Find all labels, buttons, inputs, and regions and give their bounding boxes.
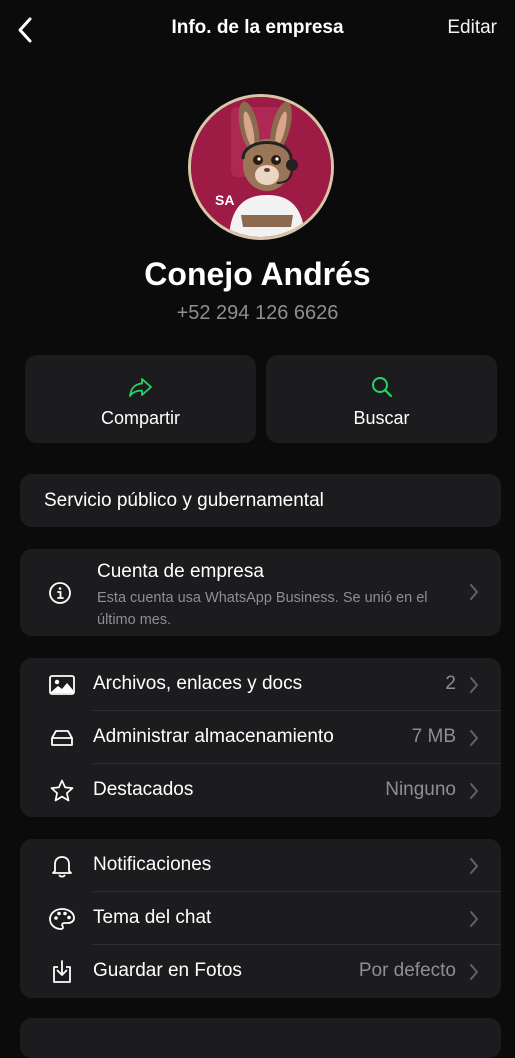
share-label: Compartir [100,408,180,428]
business-category-card: Servicio público y gubernamental [20,474,501,527]
chevron-right-icon [470,677,478,693]
notifications-label: Notificaciones [93,854,212,875]
save-photos-label: Guardar en Fotos [93,960,242,981]
settings-row-notifications[interactable]: Notificaciones [20,839,501,892]
edit-button[interactable]: Editar [447,17,497,39]
nav-bar: Info. de la empresa Editar [0,0,515,60]
image-icon [49,675,75,695]
profile-name: Conejo Andrés [144,256,371,292]
palette-icon [49,908,75,930]
star-icon [50,779,74,802]
media-row-storage[interactable]: Administrar almacenamiento 7 MB [20,711,501,764]
settings-section: Notificaciones Tema del chat Guardar en … [20,839,501,998]
storage-icon [51,730,73,746]
chevron-right-icon [470,783,478,799]
business-account-description: Esta cuenta usa WhatsApp Business. Se un… [97,590,428,628]
starred-row-label: Destacados [93,779,194,800]
share-arrow-icon [128,378,152,397]
info-circle-icon [49,582,71,604]
bell-icon [52,856,72,878]
share-button[interactable]: Compartir [25,355,256,443]
storage-row-value: 7 MB [411,726,456,747]
business-category: Servicio público y gubernamental [44,490,324,511]
storage-row-label: Administrar almacenamiento [93,726,334,747]
media-row-files[interactable]: Archivos, enlaces y docs 2 [20,658,501,711]
save-download-icon [53,960,71,983]
search-label: Buscar [353,408,410,428]
search-button[interactable]: Buscar [266,355,497,443]
chevron-right-icon [470,730,478,746]
media-section: Archivos, enlaces y docs 2 Administrar a… [20,658,501,817]
search-icon [371,377,392,398]
avatar-logo-text: SA [215,192,234,208]
starred-row-value: Ninguno [385,779,456,800]
settings-row-save-photos[interactable]: Guardar en Fotos Por defecto [20,945,501,998]
avatar[interactable]: SA [188,94,334,240]
next-section-card [20,1018,501,1058]
media-row-value: 2 [445,673,456,694]
media-row-starred[interactable]: Destacados Ninguno [20,764,501,817]
page-title: Info. de la empresa [171,17,344,38]
profile-phone: +52 294 126 6626 [176,302,339,324]
settings-row-theme[interactable]: Tema del chat [20,892,501,945]
chevron-right-icon [470,911,478,927]
chevron-right-icon [470,584,478,600]
media-row-label: Archivos, enlaces y docs [93,673,303,694]
theme-label: Tema del chat [93,907,212,928]
chevron-right-icon [470,858,478,874]
business-account-row[interactable]: Cuenta de empresa Esta cuenta usa WhatsA… [20,549,501,636]
business-account-title: Cuenta de empresa [97,561,264,582]
save-photos-value: Por defecto [358,960,456,981]
chevron-right-icon [470,964,478,980]
